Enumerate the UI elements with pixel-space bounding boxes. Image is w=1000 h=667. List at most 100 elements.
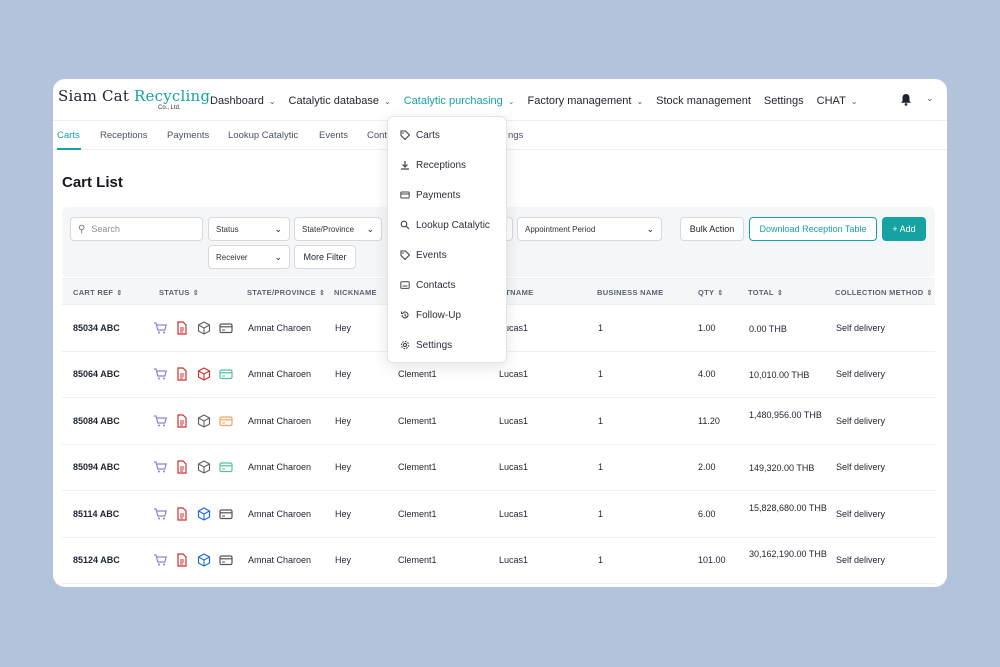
business-name-cell: 1: [598, 462, 604, 473]
bulk-action-button[interactable]: Bulk Action: [680, 217, 744, 241]
menu-item-follow-up[interactable]: Follow-Up: [388, 300, 508, 330]
package-icon[interactable]: [197, 460, 211, 474]
status-icons: [153, 506, 233, 521]
cart-icon[interactable]: [153, 414, 167, 428]
document-icon[interactable]: [175, 553, 189, 567]
payment-card-icon[interactable]: [219, 321, 233, 335]
nickname-cell: Hey: [335, 415, 352, 426]
table-row[interactable]: 85124 ABC Amnat Charoen Hey Clement1 Lucas1 1…: [62, 538, 935, 584]
menu-item-events[interactable]: Events: [388, 240, 508, 270]
col-state-province[interactable]: STATE/PROVINCE ⇕: [247, 288, 325, 297]
nav-label: Factory management: [527, 95, 632, 107]
payment-card-icon[interactable]: [219, 460, 233, 474]
menu-item-contacts[interactable]: Contacts: [388, 270, 508, 300]
menu-item-receptions[interactable]: Receptions: [388, 150, 508, 180]
payment-card-icon[interactable]: [219, 553, 233, 567]
col-total[interactable]: TOTAL ⇕: [748, 288, 783, 297]
package-icon[interactable]: [197, 414, 211, 428]
status-icons: [153, 367, 233, 382]
company-logo[interactable]: Siam Cat Recycling Co., Ltd.: [58, 87, 210, 117]
col-status[interactable]: STATUS ⇕: [159, 288, 199, 297]
nav-catalytic-purchasing[interactable]: Catalytic purchasing ⌄: [404, 93, 515, 109]
state-province-cell: Amnat Charoen: [248, 508, 312, 519]
cart-icon[interactable]: [153, 553, 167, 567]
business-name-cell: 1: [598, 415, 604, 426]
total-cell: 10,010.00 THB: [749, 370, 810, 381]
add-button[interactable]: + Add: [882, 217, 926, 241]
package-icon[interactable]: [197, 321, 211, 335]
subnav-settings[interactable]: ngs: [508, 130, 523, 141]
col-collection-method[interactable]: COLLECTION METHOD ⇕: [835, 288, 933, 297]
more-filter-button[interactable]: More Filter: [294, 245, 356, 269]
account-chevron-down-icon[interactable]: ⌄: [926, 93, 934, 104]
nav-factory-management[interactable]: Factory management ⌄: [528, 93, 644, 109]
subnav-carts[interactable]: Carts: [57, 130, 80, 141]
nav-label: Dashboard: [210, 95, 264, 107]
search-input[interactable]: ⚲ Search: [70, 217, 203, 241]
col-business-name[interactable]: BUSINESS NAME: [597, 288, 663, 297]
nav-catalytic-database[interactable]: Catalytic database ⌄: [289, 93, 391, 109]
package-icon[interactable]: [197, 367, 211, 382]
nav-chat[interactable]: CHAT ⌄: [817, 93, 858, 109]
qty-cell: 11.20: [698, 415, 720, 426]
cart-icon[interactable]: [153, 321, 167, 335]
document-icon[interactable]: [175, 367, 189, 381]
status-select[interactable]: Status ⌄: [208, 217, 290, 241]
subnav-receptions[interactable]: Receptions: [100, 130, 148, 141]
menu-item-settings[interactable]: Settings: [388, 330, 508, 360]
chevron-down-icon: ⌄: [850, 96, 858, 106]
lastname-cell: Lucas1: [499, 369, 529, 380]
table-row[interactable]: 85094 ABC Amnat Charoen Hey Clement1 Lucas1 1…: [62, 445, 935, 492]
tag-icon: [399, 129, 411, 141]
nav-stock-management[interactable]: Stock management: [656, 93, 751, 109]
document-icon[interactable]: [175, 460, 189, 474]
table-row[interactable]: 85084 ABC Amnat Charoen Hey Clement1 Lucas1 1…: [62, 398, 935, 445]
subnav-lookup-catalytic[interactable]: Lookup Catalytic: [228, 130, 298, 141]
nav-label: Stock management: [656, 95, 751, 107]
receiver-select-label: Receiver: [216, 252, 248, 262]
cart-ref-cell: 85114 ABC: [73, 508, 120, 519]
cart-icon[interactable]: [153, 460, 167, 474]
qty-cell: 101.00: [698, 555, 726, 565]
payment-card-icon[interactable]: [219, 507, 233, 521]
notification-bell-icon[interactable]: [900, 93, 912, 106]
package-icon[interactable]: [197, 553, 211, 567]
menu-item-carts[interactable]: Carts: [388, 120, 508, 150]
menu-item-payments[interactable]: Payments: [388, 180, 508, 210]
lastname-cell: Lucas1: [499, 555, 529, 565]
document-icon[interactable]: [175, 506, 189, 521]
nav-label: CHAT: [816, 95, 846, 107]
nickname-cell: Hey: [335, 462, 352, 473]
nav-dashboard[interactable]: Dashboard ⌄: [210, 93, 276, 109]
cart-icon[interactable]: [153, 507, 167, 521]
subnav-events[interactable]: Events: [319, 130, 348, 141]
col-nickname[interactable]: NICKNAME: [334, 288, 377, 297]
firstname-cell: Clement1: [398, 508, 437, 519]
menu-item-label: Follow-Up: [416, 309, 462, 321]
menu-item-lookup-catalytic[interactable]: Lookup Catalytic: [388, 210, 508, 240]
active-tab-indicator: [57, 148, 81, 150]
package-icon[interactable]: [197, 506, 211, 521]
chevron-down-icon: ⌄: [636, 96, 644, 106]
state-province-select[interactable]: State/Province ⌄: [294, 217, 382, 241]
collection-method-cell: Self delivery: [836, 369, 886, 380]
receiver-select[interactable]: Receiver ⌄: [208, 245, 290, 269]
subnav-payments[interactable]: Payments: [167, 130, 209, 141]
search-icon: [399, 219, 411, 231]
lastname-cell: Lucas1: [499, 415, 529, 426]
document-icon[interactable]: [175, 414, 189, 428]
cart-icon[interactable]: [153, 367, 167, 381]
col-qty[interactable]: QTY ⇕: [698, 288, 724, 297]
table-row[interactable]: 85114 ABC Amnat Charoen Hey Clement1 Lucas1 1…: [62, 491, 935, 538]
subnav-contacts[interactable]: Cont: [367, 130, 387, 141]
col-cart-ref[interactable]: CART REF ⇕: [73, 288, 123, 297]
menu-item-label: Lookup Catalytic: [416, 219, 490, 231]
appointment-period-select[interactable]: Appointment Period ⌄: [517, 217, 662, 241]
payment-card-icon[interactable]: [219, 367, 233, 381]
nav-settings[interactable]: Settings: [764, 93, 804, 109]
download-reception-table-button[interactable]: Download Reception Table: [749, 217, 877, 241]
document-icon[interactable]: [175, 321, 189, 335]
payment-card-icon[interactable]: [219, 414, 233, 428]
sort-icon: ⇕: [318, 290, 326, 297]
total-cell: 149,320.00 THB: [749, 463, 815, 474]
